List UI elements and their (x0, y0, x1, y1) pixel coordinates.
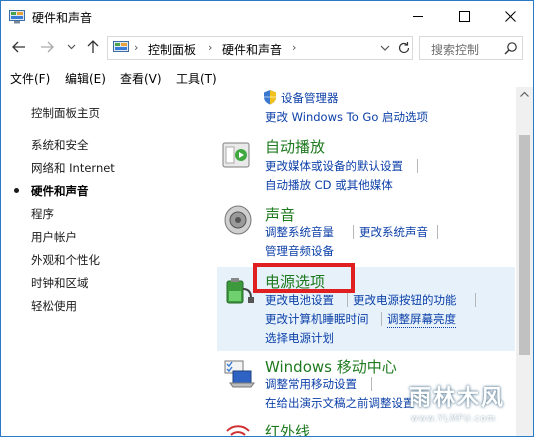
link-adjust-brightness[interactable]: 调整屏幕亮度 (387, 311, 456, 328)
scrollbar-thumb[interactable] (519, 135, 530, 355)
maximize-icon (458, 10, 470, 22)
search-icon[interactable] (504, 41, 518, 55)
infrared-icon (226, 425, 250, 436)
link-separator (371, 377, 372, 391)
link-separator (347, 293, 348, 307)
link-separator (475, 293, 476, 307)
link-windows-to-go[interactable]: 更改 Windows To Go 启动选项 (265, 109, 428, 125)
link-manage-audio-devices[interactable]: 管理音频设备 (265, 243, 334, 259)
window-title: 硬件和声音 (32, 11, 93, 25)
highlight-callout-box (253, 263, 355, 293)
laptop-icon (224, 360, 255, 388)
left-navigation: 控制面板主页 系统和安全 网络和 Internet 硬件和声音 程序 用户帐户 … (1, 91, 211, 436)
link-change-sleep-time[interactable]: 更改计算机睡眠时间 (265, 311, 369, 327)
control-panel-icon (113, 41, 129, 52)
category-devices: 设备管理器 更改 Windows To Go 启动选项 (217, 87, 515, 127)
current-item-bullet (14, 188, 19, 193)
nav-appearance[interactable]: 外观和个性化 (31, 252, 100, 268)
link-separator (381, 312, 382, 326)
battery-icon (226, 278, 254, 304)
breadcrumb-separator-icon[interactable]: › (292, 41, 296, 54)
menu-tools[interactable]: 工具(T) (176, 70, 217, 87)
menu-edit[interactable]: 编辑(E) (65, 70, 106, 87)
sound-title[interactable]: 声音 (265, 204, 295, 225)
breadcrumb-control-panel[interactable]: 控制面板 (148, 41, 196, 58)
category-sound: 声音 调整系统音量 更改系统声音 管理音频设备 (217, 201, 515, 263)
link-separator (353, 225, 354, 239)
menu-bar: 文件(F) 编辑(E) 查看(V) 工具(T) (1, 67, 533, 89)
title-bar: 硬件和声音 (1, 1, 533, 33)
breadcrumb-hardware-sound[interactable]: 硬件和声音 (222, 41, 282, 58)
address-bar[interactable]: › 控制面板 › 硬件和声音 › (107, 36, 413, 60)
breadcrumb-separator-icon[interactable]: › (134, 41, 138, 54)
up-button[interactable] (85, 39, 101, 55)
nav-ease-of-access[interactable]: 轻松使用 (31, 298, 77, 314)
category-power-options: 电源选项 更改电池设置 更改电源按钮的功能 更改计算机睡眠时间 调整屏幕亮度 选… (217, 263, 515, 351)
nav-network-internet[interactable]: 网络和 Internet (31, 160, 115, 176)
watermark-text: 雨林木风 (409, 386, 506, 411)
search-placeholder: 搜索控制 (431, 43, 480, 57)
category-autoplay: 自动播放 更改媒体或设备的默认设置 自动播放 CD 或其他媒体 (217, 133, 515, 195)
link-separator (417, 159, 418, 173)
minimize-icon (412, 15, 423, 17)
autoplay-icon (222, 142, 250, 168)
nav-hardware-sound[interactable]: 硬件和声音 (31, 183, 89, 199)
link-change-battery-settings[interactable]: 更改电池设置 (265, 292, 334, 308)
forward-button[interactable] (39, 39, 55, 55)
recent-locations-button[interactable] (63, 39, 79, 55)
mobility-center-title[interactable]: Windows 移动中心 (265, 356, 397, 377)
menu-file[interactable]: 文件(F) (10, 70, 50, 87)
arrow-left-icon (12, 41, 25, 53)
address-row: › 控制面板 › 硬件和声音 › 搜索控制 (1, 34, 533, 62)
control-panel-window: 硬件和声音 › 控制面板 › 硬件和声音 › 搜索控制 文件(F) 编辑(E) … (0, 0, 534, 437)
maximize-button[interactable] (441, 1, 487, 31)
nav-programs[interactable]: 程序 (31, 206, 54, 222)
link-separator (437, 225, 438, 239)
chevron-down-icon (67, 44, 75, 50)
link-autoplay-cd[interactable]: 自动播放 CD 或其他媒体 (265, 177, 393, 193)
menu-view[interactable]: 查看(V) (120, 70, 162, 87)
close-icon (504, 10, 516, 22)
link-power-button-function[interactable]: 更改电源按钮的功能 (353, 292, 457, 308)
watermark-url: www.YLMFU.com (411, 414, 497, 424)
chevron-down-icon[interactable] (378, 41, 392, 55)
shield-icon (264, 90, 276, 105)
nav-system-security[interactable]: 系统和安全 (31, 137, 89, 153)
search-input[interactable]: 搜索控制 (419, 36, 523, 60)
link-device-manager[interactable]: 设备管理器 (281, 90, 339, 106)
link-mobility-settings[interactable]: 调整常用移动设置 (265, 376, 357, 392)
breadcrumb-separator-icon[interactable]: › (208, 41, 212, 54)
control-panel-icon (9, 10, 25, 24)
arrow-right-icon (41, 41, 54, 53)
link-presentation-settings[interactable]: 在给出演示文稿之前调整设置 (265, 395, 415, 411)
refresh-icon[interactable] (396, 40, 412, 56)
back-button[interactable] (11, 39, 27, 55)
infrared-title[interactable]: 红外线 (265, 421, 310, 436)
nav-user-accounts[interactable]: 用户帐户 (31, 229, 77, 245)
minimize-button[interactable] (395, 1, 441, 31)
watermark-logo: 雨林木风 www.YLMFU.com (399, 374, 529, 434)
autoplay-title[interactable]: 自动播放 (265, 136, 325, 157)
close-button[interactable] (487, 1, 533, 31)
link-adjust-volume[interactable]: 调整系统音量 (265, 224, 334, 240)
nav-clock-region[interactable]: 时钟和区域 (31, 275, 89, 291)
arrow-up-icon (87, 40, 99, 53)
link-choose-power-plan[interactable]: 选择电源计划 (265, 330, 334, 346)
link-change-system-sounds[interactable]: 更改系统声音 (359, 224, 428, 240)
link-change-media-defaults[interactable]: 更改媒体或设备的默认设置 (265, 158, 403, 174)
scroll-up-icon[interactable] (520, 91, 529, 97)
nav-control-panel-home[interactable]: 控制面板主页 (31, 105, 100, 121)
speaker-icon (224, 205, 252, 235)
